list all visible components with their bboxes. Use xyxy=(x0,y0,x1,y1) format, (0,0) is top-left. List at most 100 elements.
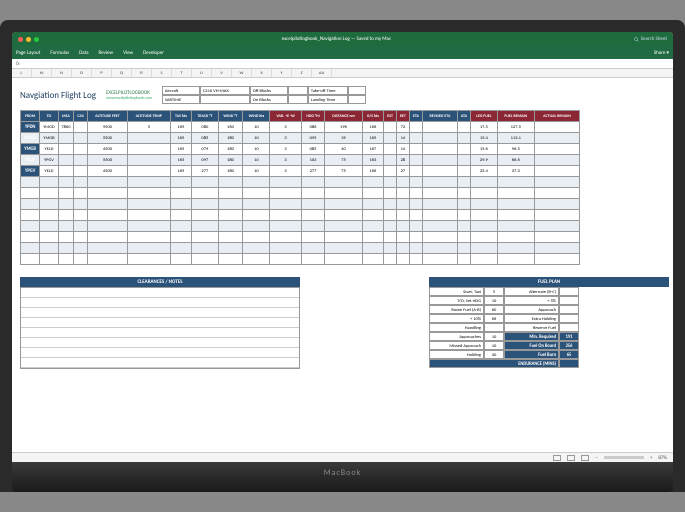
cell[interactable] xyxy=(74,166,88,177)
cell[interactable] xyxy=(409,133,422,144)
cell[interactable] xyxy=(127,144,170,155)
view-break-icon[interactable] xyxy=(581,455,589,461)
tab-developer[interactable]: Developer xyxy=(143,50,164,56)
cell[interactable] xyxy=(58,133,74,144)
cell[interactable]: 10 xyxy=(243,122,270,133)
cell[interactable]: 10 xyxy=(243,133,270,144)
cell[interactable] xyxy=(74,122,88,133)
cell[interactable] xyxy=(535,133,580,144)
cell[interactable]: 15.6 xyxy=(471,144,497,155)
cell[interactable]: YELD xyxy=(40,144,58,155)
cell[interactable]: 9500 xyxy=(87,122,127,133)
cell[interactable]: 40 xyxy=(325,144,362,155)
cell[interactable]: 103 xyxy=(301,155,325,166)
cell[interactable]: 10 xyxy=(243,144,270,155)
tab-view[interactable]: View xyxy=(123,50,133,56)
col-U[interactable]: U xyxy=(192,69,212,77)
cell[interactable]: 14 xyxy=(396,133,409,144)
col-L[interactable]: L xyxy=(12,69,32,77)
cell[interactable]: 10 xyxy=(243,155,270,166)
maximize-icon[interactable] xyxy=(34,37,39,42)
tab-page-layout[interactable]: Page Layout xyxy=(16,50,40,56)
flight-log-table[interactable]: FROMTOMSACASALTITUDE FEETALTITUDE TEMPTA… xyxy=(20,110,580,265)
cell[interactable] xyxy=(74,155,88,166)
cell[interactable] xyxy=(457,144,470,155)
col-O[interactable]: O xyxy=(72,69,92,77)
cell[interactable]: 180 xyxy=(218,155,243,166)
cell[interactable]: 167 xyxy=(362,144,384,155)
cell[interactable]: 166 xyxy=(362,166,384,177)
cell[interactable]: 25.4 xyxy=(471,166,497,177)
zoom-out-icon[interactable]: − xyxy=(595,455,598,461)
view-normal-icon[interactable] xyxy=(553,455,561,461)
cell[interactable]: 96.5 xyxy=(497,144,535,155)
cell[interactable]: 080 xyxy=(192,122,218,133)
cell[interactable]: 27 xyxy=(396,166,409,177)
col-N[interactable]: N xyxy=(52,69,72,77)
cell[interactable] xyxy=(127,155,170,166)
cell[interactable]: 086 xyxy=(301,122,325,133)
cell[interactable]: 5500 xyxy=(87,155,127,166)
cell[interactable] xyxy=(409,144,422,155)
col-Y[interactable]: Y xyxy=(272,69,292,77)
cell[interactable] xyxy=(384,155,397,166)
spreadsheet-body[interactable]: Navgiation Flight Log EXCELPILOTLOGBOOK … xyxy=(12,78,673,373)
cell[interactable]: 29.9 xyxy=(471,155,497,166)
cell[interactable]: 17.5 xyxy=(471,122,497,133)
cell[interactable]: 14 xyxy=(396,144,409,155)
cell[interactable]: 165 xyxy=(170,166,191,177)
share-button[interactable]: Share ▾ xyxy=(654,50,669,56)
cell[interactable] xyxy=(423,122,458,133)
cell[interactable]: YMGD xyxy=(40,122,58,133)
col-P[interactable]: P xyxy=(92,69,112,77)
col-Q[interactable]: Q xyxy=(112,69,132,77)
cell[interactable]: 7800 xyxy=(58,122,74,133)
col-Z[interactable]: Z xyxy=(292,69,312,77)
cell[interactable]: YELD xyxy=(40,166,58,177)
cell[interactable]: 3 xyxy=(270,144,301,155)
cell[interactable] xyxy=(423,144,458,155)
cell[interactable] xyxy=(409,155,422,166)
cell[interactable]: 5 xyxy=(127,122,170,133)
minimize-icon[interactable] xyxy=(26,37,31,42)
cell[interactable]: 127.5 xyxy=(497,122,535,133)
cell[interactable]: 3 xyxy=(270,155,301,166)
cell[interactable]: 166 xyxy=(362,122,384,133)
cell[interactable]: 5500 xyxy=(87,133,127,144)
cell[interactable]: 085 xyxy=(192,133,218,144)
col-R[interactable]: R xyxy=(132,69,152,77)
cell[interactable] xyxy=(423,133,458,144)
cell[interactable]: 72 xyxy=(396,122,409,133)
col-V[interactable]: V xyxy=(212,69,232,77)
cell[interactable]: 160 xyxy=(218,122,243,133)
cell[interactable]: 165 xyxy=(170,144,191,155)
cell[interactable]: YELD xyxy=(21,155,40,166)
cell[interactable]: 4500 xyxy=(87,144,127,155)
cell[interactable]: YPDN xyxy=(21,122,40,133)
cell[interactable] xyxy=(535,166,580,177)
cell[interactable] xyxy=(535,155,580,166)
cell[interactable]: 75 xyxy=(325,166,362,177)
cell[interactable]: 10 xyxy=(243,166,270,177)
cell[interactable] xyxy=(409,166,422,177)
cell[interactable]: 165 xyxy=(362,133,384,144)
cell[interactable]: YMGB xyxy=(40,133,58,144)
close-icon[interactable] xyxy=(18,37,23,42)
cell[interactable] xyxy=(58,155,74,166)
cell[interactable]: 66.6 xyxy=(497,155,535,166)
cell[interactable]: 112.1 xyxy=(497,133,535,144)
cell[interactable] xyxy=(535,122,580,133)
cell[interactable]: 39 xyxy=(325,133,362,144)
tab-formulas[interactable]: Formulas xyxy=(50,50,69,56)
tab-review[interactable]: Review xyxy=(99,50,114,56)
cell[interactable]: 277 xyxy=(301,166,325,177)
cell[interactable] xyxy=(457,155,470,166)
cell[interactable] xyxy=(74,144,88,155)
cell[interactable] xyxy=(384,144,397,155)
cell[interactable]: 4500 xyxy=(87,166,127,177)
cell[interactable] xyxy=(58,166,74,177)
cell[interactable] xyxy=(423,155,458,166)
cell[interactable]: 37.3 xyxy=(497,166,535,177)
cell[interactable] xyxy=(457,133,470,144)
cell[interactable] xyxy=(535,144,580,155)
